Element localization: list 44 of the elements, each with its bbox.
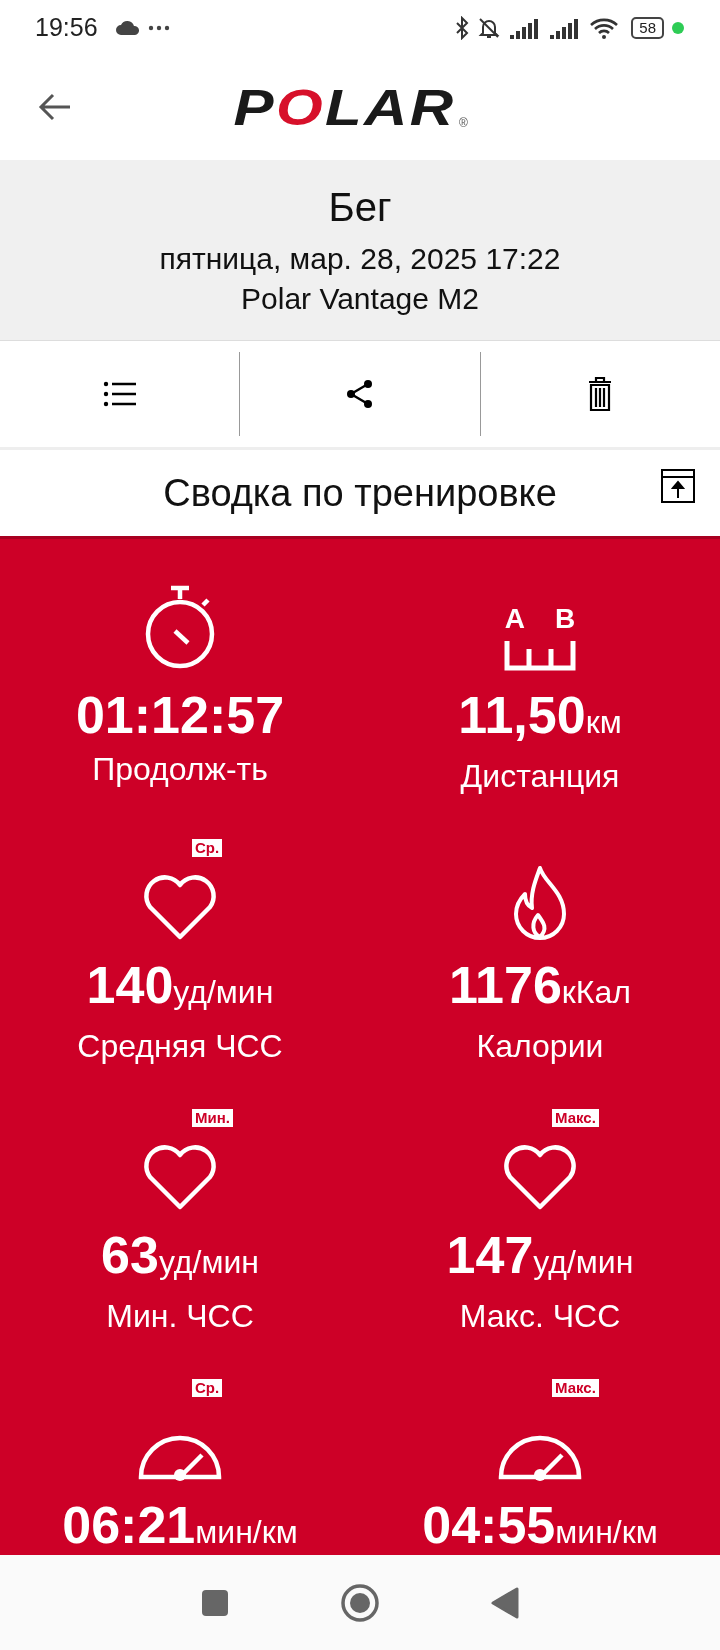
dot-icon: [672, 21, 684, 34]
marker-letter: B: [555, 603, 576, 635]
metric-label: Макс. ЧСС: [459, 1298, 621, 1335]
section-title: Сводка по тренировке: [163, 471, 557, 515]
stopwatch-icon: [143, 585, 217, 671]
metric-value: 140уд/мин: [86, 955, 274, 1016]
muted-bell-icon: [477, 15, 502, 40]
stat-badge: Макс.: [552, 1109, 599, 1127]
metric-label: Калории: [476, 1028, 604, 1065]
metric-value: 04:55мин/км: [422, 1495, 658, 1555]
back-button[interactable]: [38, 93, 72, 121]
metric-value: 11,50км: [458, 685, 622, 746]
status-time: 19:56: [35, 13, 98, 42]
list-icon: [102, 381, 137, 407]
metric-label: Продолж-ть: [92, 751, 268, 788]
marker-letter: A: [504, 603, 525, 635]
metric-value: 06:21мин/км: [62, 1495, 298, 1555]
cloud-icon: [115, 20, 140, 35]
battery-indicator: 58: [631, 16, 664, 39]
home-button[interactable]: [340, 1582, 380, 1623]
device-name: Polar Vantage M2: [241, 281, 479, 316]
metric-value: 01:12:57: [75, 685, 285, 746]
trash-icon: [587, 376, 614, 412]
metric-label: Дистанция: [460, 758, 620, 795]
metric-value: 1176кКал: [449, 955, 631, 1016]
registered-mark: ®: [459, 116, 468, 130]
metric-label: Мин. ЧСС: [106, 1298, 254, 1335]
metric-value: 63уд/мин: [101, 1225, 259, 1286]
stat-badge: Мин.: [192, 1109, 233, 1127]
activity-title: Бег: [328, 184, 392, 230]
metric-value: 147уд/мин: [446, 1225, 634, 1286]
back-nav-button[interactable]: [490, 1585, 520, 1620]
session-date: пятница, мар. 28, 2025 17:22: [159, 241, 561, 276]
more-icon: [147, 24, 170, 31]
recents-button[interactable]: [200, 1587, 230, 1618]
bluetooth-icon: [455, 15, 470, 40]
metric-label: Средняя ЧСС: [77, 1028, 283, 1065]
flame-icon: [512, 865, 568, 941]
stat-badge: Ср.: [192, 839, 223, 857]
stat-badge: Макс.: [552, 1379, 599, 1397]
polar-logo: POLAR: [233, 78, 456, 137]
export-button[interactable]: [660, 468, 696, 504]
stat-badge: Ср.: [192, 1379, 223, 1397]
share-icon: [346, 379, 374, 409]
